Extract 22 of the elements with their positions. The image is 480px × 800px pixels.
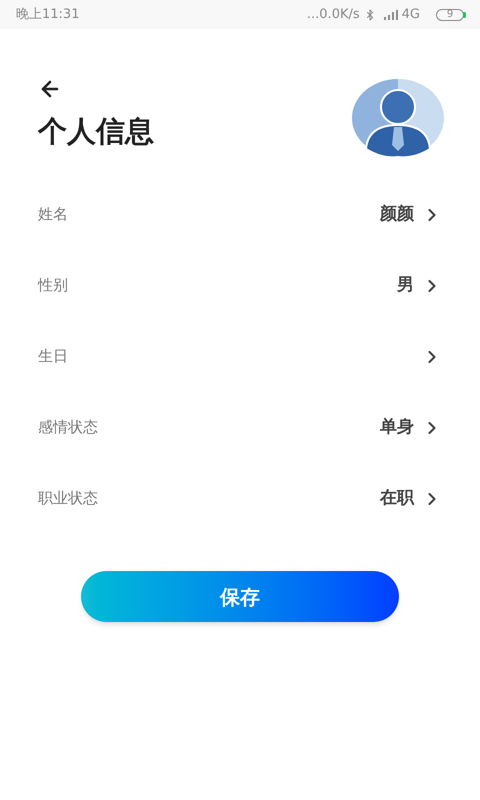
row-value: 男	[397, 274, 414, 297]
row-label: 生日	[38, 346, 68, 368]
row-label: 职业状态	[38, 488, 98, 510]
save-button[interactable]: 保存	[81, 571, 399, 622]
row-label: 姓名	[38, 204, 68, 226]
avatar-icon[interactable]	[352, 79, 444, 157]
row-value: 单身	[380, 416, 414, 439]
info-row[interactable]: 职业状态 在职	[38, 463, 442, 534]
battery-level: 9	[446, 10, 454, 20]
signal-icon	[384, 10, 398, 20]
network-speed: ...0.0K/s	[306, 6, 360, 24]
row-label: 性别	[38, 275, 68, 296]
info-row[interactable]: 性别 男	[38, 250, 442, 321]
info-row[interactable]: 生日	[38, 321, 442, 392]
info-row[interactable]: 姓名 颜颜	[38, 179, 442, 250]
status-time: 晚上11:31	[16, 6, 80, 24]
network-type: 4G	[402, 6, 420, 24]
row-label: 感情状态	[38, 417, 98, 438]
page-title: 个人信息	[38, 113, 154, 150]
info-row[interactable]: 感情状态 单身	[38, 392, 442, 463]
row-value: 在职	[380, 486, 414, 510]
row-value: 颜颜	[380, 202, 414, 226]
